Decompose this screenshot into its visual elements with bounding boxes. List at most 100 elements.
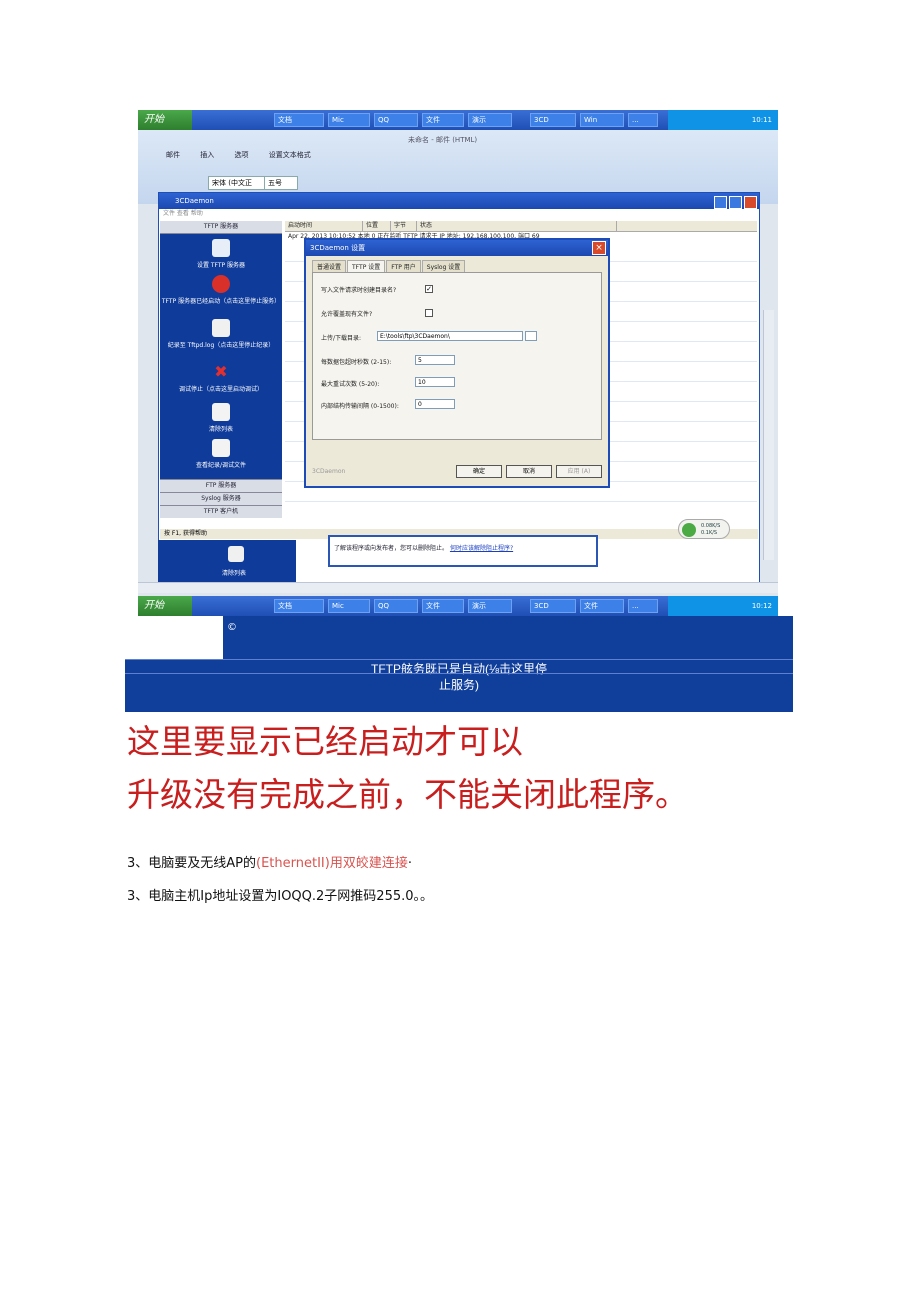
banner-lower: TFTP舷务既已是自动(⅛击这里停 止服务)	[125, 659, 793, 712]
tab-ftp-users[interactable]: FTP 用户	[386, 260, 421, 272]
taskbar-button[interactable]: Mic	[328, 113, 370, 127]
panel-footer-tftp-client[interactable]: TFTP 客户机	[160, 505, 282, 518]
taskbar-button[interactable]: Win	[580, 113, 624, 127]
directory-input[interactable]: E:\tools\ftp\3CDaemon\	[377, 331, 523, 341]
tab-tftp[interactable]: TFTP 设置	[347, 260, 386, 272]
panel-item-view-log[interactable]: 查看纪录/调试文件	[160, 439, 282, 469]
ribbon-tab[interactable]: 设置文本格式	[269, 151, 311, 159]
start-button[interactable]: 开始	[138, 110, 192, 130]
font-size-select[interactable]: 五号	[264, 176, 298, 190]
directory-label: 上传/下载目录:	[321, 335, 362, 342]
dialog-tabs: 普通设置 TFTP 设置 FTP 用户 Syslog 设置	[312, 260, 466, 272]
clear-list-bottom[interactable]: 清除列表	[158, 540, 296, 584]
dialog-footer-label: 3CDaemon	[312, 468, 346, 475]
unblock-link[interactable]: 何时应该解除阻止程序?	[450, 545, 513, 552]
taskbar-button[interactable]: 文档	[274, 599, 324, 613]
dialog-title: 3CDaemon 设置	[306, 240, 608, 256]
ribbon-tab[interactable]: 插入	[200, 151, 214, 159]
retry-label: 最大重试次数 (5-20):	[321, 381, 380, 388]
note-line-1: 这里要显示已经启动才可以	[127, 722, 523, 761]
taskbar-button[interactable]: 演示	[468, 599, 512, 613]
settings-icon	[212, 239, 230, 257]
overwrite-label: 允许覆盖现有文件?	[321, 311, 373, 318]
window-controls	[712, 194, 757, 213]
ribbon-tab[interactable]: 选项	[234, 151, 248, 159]
tftp-settings-panel: 写入文件请求时创建目录名? ✓ 允许覆盖现有文件? 上传/下载目录: E:\to…	[312, 272, 602, 440]
cancel-button[interactable]: 取消	[506, 465, 552, 478]
copyright-symbol: ©	[227, 622, 237, 633]
info-strip: 了解该程序或向发布者，您可以删除阻止。 何时应该解除阻止程序?	[328, 535, 598, 567]
panel-header[interactable]: TFTP 服务器	[160, 221, 282, 234]
grid-header: 启动时间 位置 字节 状态	[285, 221, 757, 232]
grid-col-header[interactable]: 字节	[391, 221, 417, 231]
tab-general[interactable]: 普通设置	[312, 260, 347, 272]
system-tray-clock: 10:11	[668, 110, 778, 130]
panel-item-stop-server[interactable]: TFTP 服务器已经启动（点击这里停止服务）	[160, 275, 282, 305]
daemon-title: 3CDaemon	[159, 193, 759, 209]
grid-col-header[interactable]: 状态	[417, 221, 617, 231]
timeout-label: 每数据包超时秒数 (2-15):	[321, 359, 392, 366]
grid-col-header[interactable]: 位置	[363, 221, 391, 231]
close-icon[interactable]	[744, 196, 757, 209]
settings-dialog: 3CDaemon 设置 × 普通设置 TFTP 设置 FTP 用户 Syslog 设置…	[304, 238, 610, 488]
ok-button[interactable]: 确定	[456, 465, 502, 478]
create-dir-checkbox[interactable]: ✓	[425, 285, 433, 293]
panel-item-settings[interactable]: 设置 TFTP 服务器	[160, 239, 282, 269]
clear-list-icon	[212, 403, 230, 421]
apply-button[interactable]: 应用 (A)	[556, 465, 602, 478]
ribbon-tabs: 邮件 插入 选项 设置文本格式	[166, 150, 329, 160]
create-dir-label: 写入文件请求时创建目录名?	[321, 287, 397, 294]
start-button[interactable]: 开始	[138, 596, 192, 616]
font-name-select[interactable]: 宋体 (中文正	[208, 176, 268, 190]
taskbar-top: 开始 文档 Mic QQ 文件 演示 3CD Win ... 10:11	[138, 110, 778, 130]
panel-footer-ftp[interactable]: FTP 服务器	[160, 479, 282, 492]
horizontal-scrollbar[interactable]	[138, 582, 778, 593]
taskbar-button[interactable]: 3CD	[530, 599, 576, 613]
vertical-scrollbar[interactable]	[763, 310, 774, 560]
interval-input[interactable]: 0	[415, 399, 455, 409]
taskbar-bottom: 开始 文档 Mic QQ 文件 演示 3CD 文件 ... 10:12	[138, 596, 778, 616]
note-line-2: 升级没有完成之前，不能关闭此程序。	[127, 775, 688, 814]
taskbar-button[interactable]: QQ	[374, 599, 418, 613]
view-log-icon	[212, 439, 230, 457]
stop-icon	[212, 275, 230, 293]
network-speed-popup: 0.08K/S 0.1K/S	[678, 519, 730, 539]
grid-col-header[interactable]: 启动时间	[285, 221, 363, 231]
system-tray-clock: 10:12	[668, 596, 778, 616]
timeout-input[interactable]: 5	[415, 355, 455, 365]
step-2: 3、电脑主机Ip地址设置为IOQQ.2子网推码255.0。。	[127, 889, 434, 904]
taskbar-button[interactable]: 文件	[580, 599, 624, 613]
debug-x-icon: ✖	[214, 362, 228, 381]
tab-syslog[interactable]: Syslog 设置	[421, 260, 466, 272]
interval-label: 内部结构传输间隔 (0-1500):	[321, 403, 399, 410]
maximize-icon[interactable]	[729, 196, 742, 209]
panel-item-clear[interactable]: 清除列表	[160, 403, 282, 433]
taskbar-button[interactable]: ...	[628, 113, 658, 127]
taskbar-button[interactable]: 文件	[422, 113, 464, 127]
browse-button[interactable]	[525, 331, 537, 341]
taskbar-button[interactable]: 3CD	[530, 113, 576, 127]
step-1-highlight: (EthernetII)用双皎建连接	[256, 856, 408, 871]
minimize-icon[interactable]	[714, 196, 727, 209]
daemon-menubar[interactable]: 文件 查看 帮助	[159, 209, 759, 219]
taskbar-button[interactable]: 演示	[468, 113, 512, 127]
taskbar-button[interactable]: QQ	[374, 113, 418, 127]
taskbar-button[interactable]: ...	[628, 599, 658, 613]
ribbon-tab[interactable]: 邮件	[166, 151, 180, 159]
network-icon	[682, 523, 696, 537]
panel-footer-syslog[interactable]: Syslog 服务器	[160, 492, 282, 505]
log-icon	[212, 319, 230, 337]
retry-input[interactable]: 10	[415, 377, 455, 387]
banner-upper: ©	[223, 616, 793, 659]
taskbar-button[interactable]: Mic	[328, 599, 370, 613]
daemon-left-panel: TFTP 服务器 设置 TFTP 服务器 TFTP 服务器已经启动（点击这里停止…	[160, 221, 282, 513]
taskbar-button[interactable]: 文件	[422, 599, 464, 613]
panel-item-debug[interactable]: ✖ 调试停止（点击这里启动调试）	[160, 362, 282, 394]
dialog-close-icon[interactable]: ×	[592, 241, 606, 255]
overwrite-checkbox[interactable]	[425, 309, 433, 317]
banner-text-line1: TFTP舷务既已是自动(⅛击这里停	[371, 662, 547, 676]
panel-item-log[interactable]: 纪录至 Tftpd.log（点击这里停止纪录）	[160, 319, 282, 349]
banner-text-line2: 止服务)	[439, 678, 479, 692]
clear-list-icon	[228, 546, 244, 562]
taskbar-button[interactable]: 文档	[274, 113, 324, 127]
